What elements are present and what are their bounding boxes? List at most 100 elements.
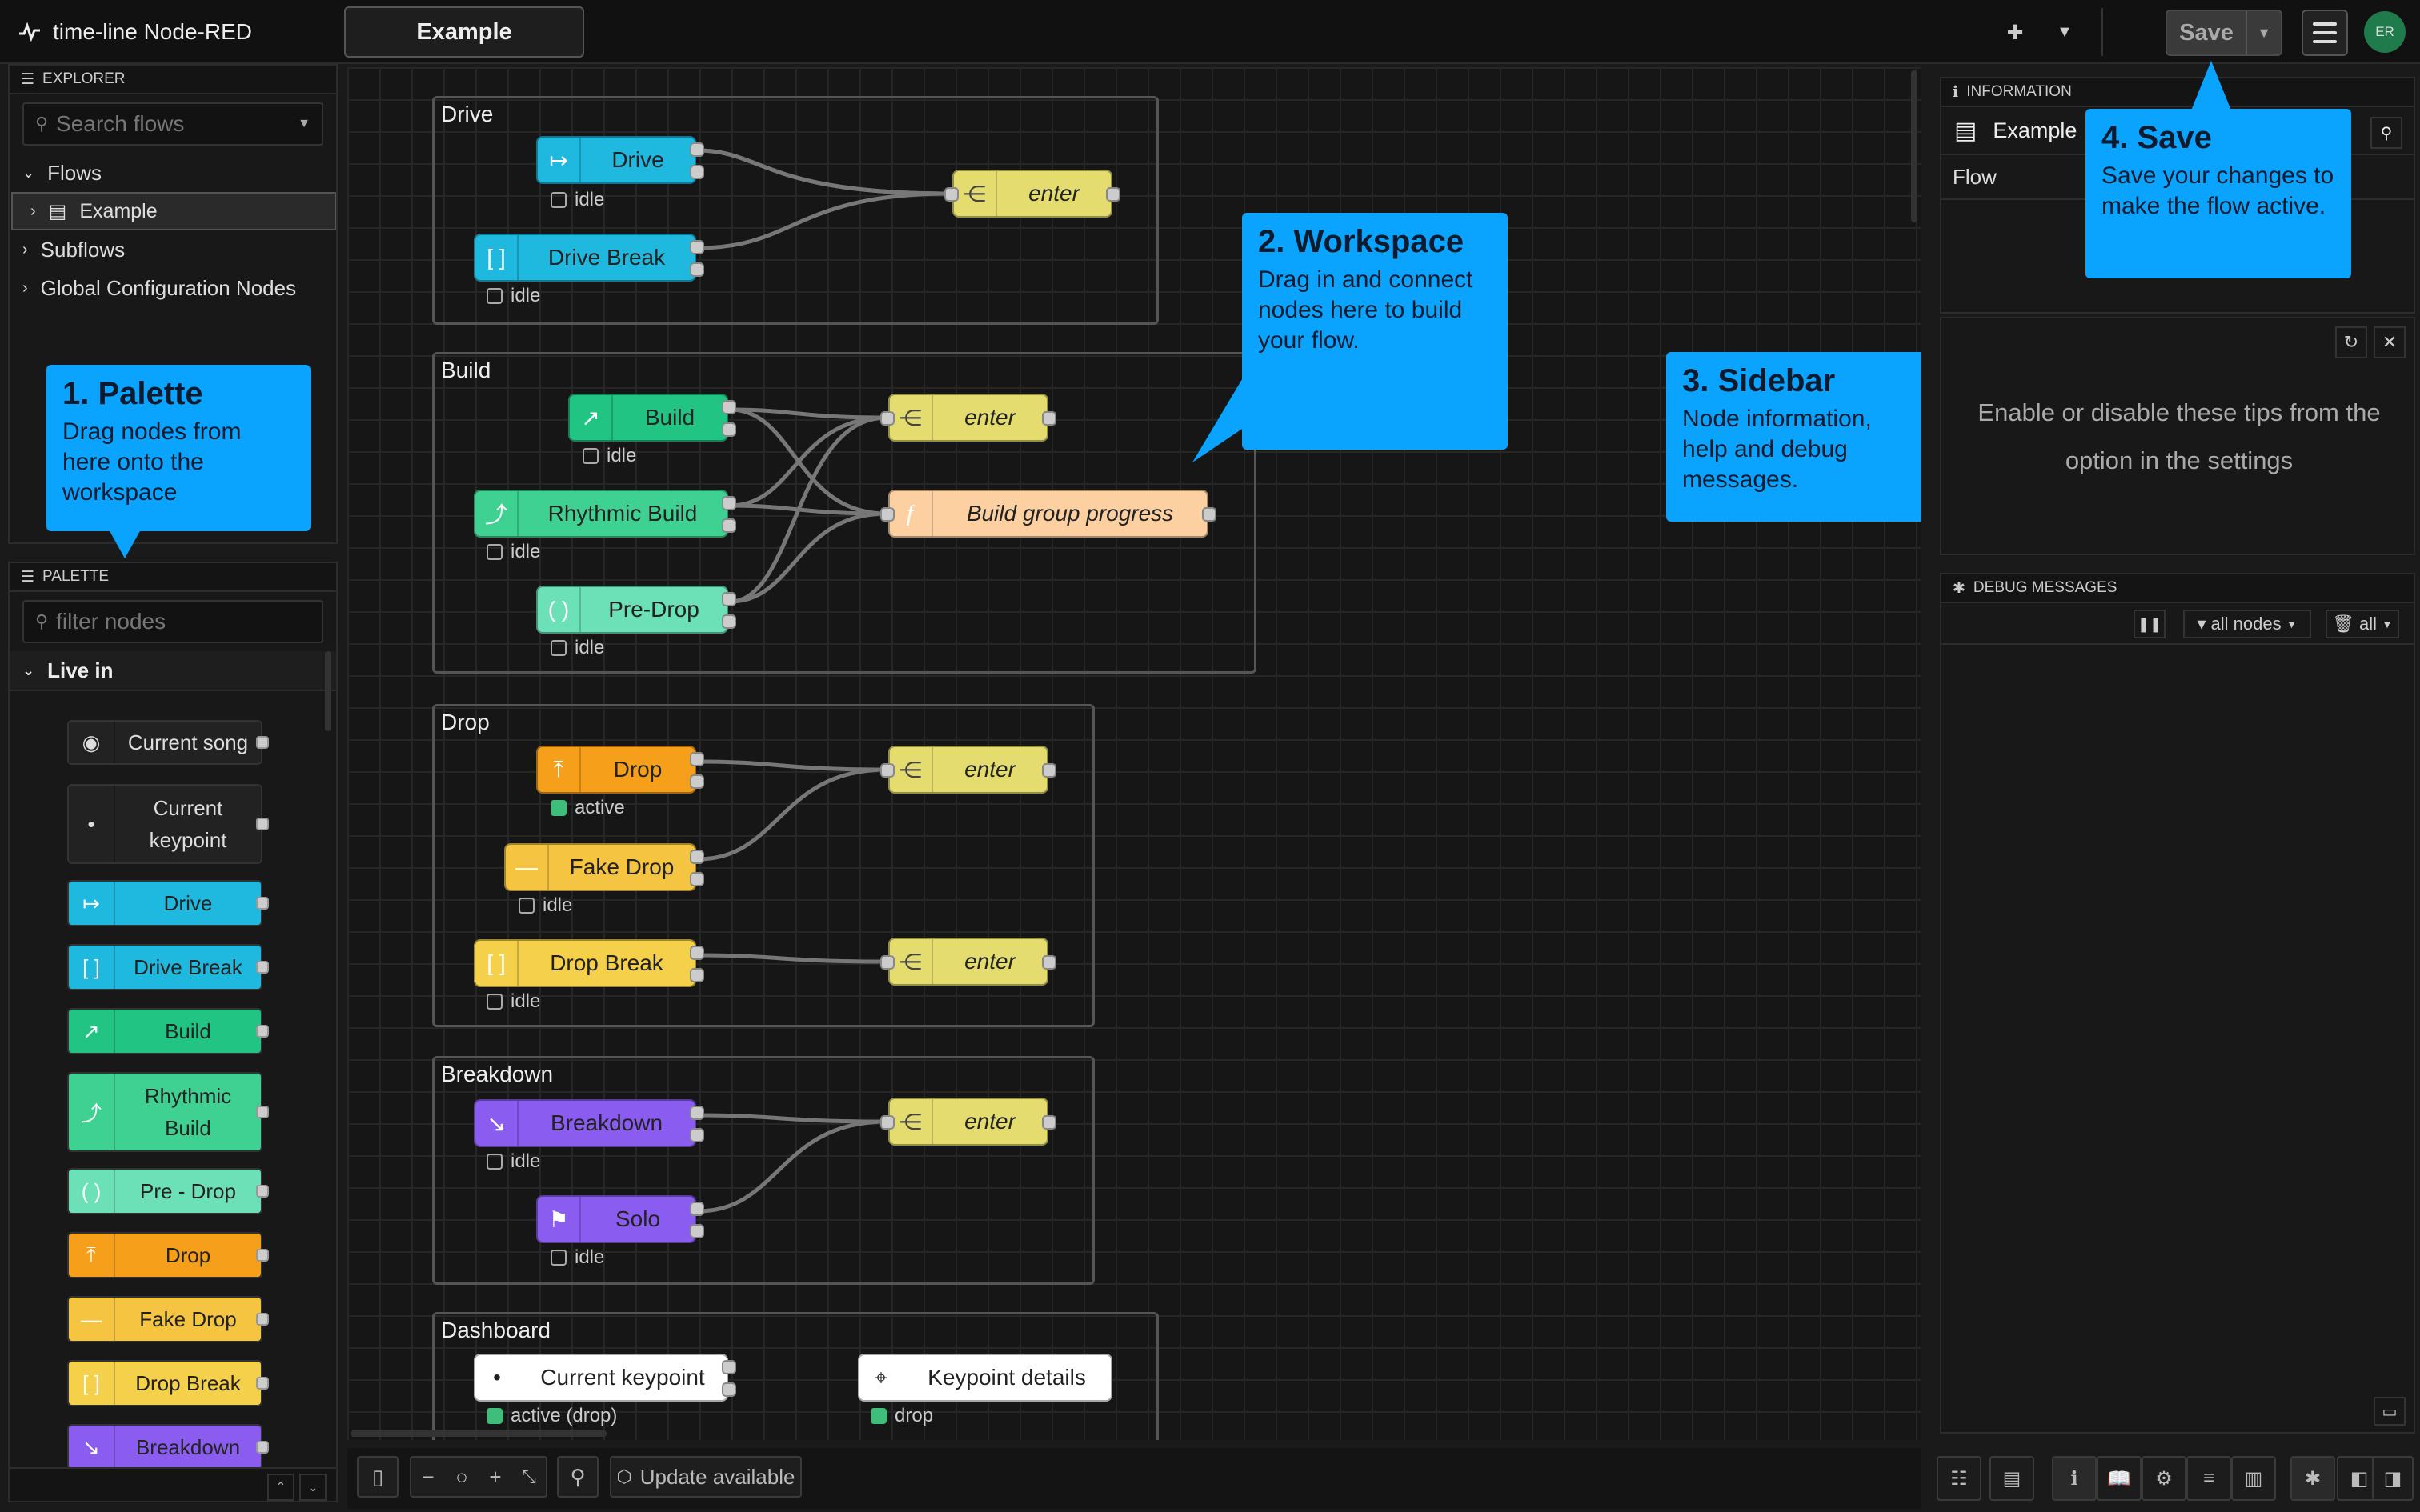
- palette-node-build[interactable]: ↗ Build: [67, 1008, 269, 1054]
- output-port[interactable]: [722, 496, 736, 510]
- output-port[interactable]: [690, 1202, 704, 1216]
- sidebar-context-button[interactable]: ≡: [2186, 1456, 2231, 1501]
- output-port[interactable]: [690, 262, 704, 277]
- sidebar-config-button[interactable]: ⚙: [2142, 1456, 2186, 1501]
- input-port[interactable]: [880, 1115, 895, 1130]
- palette-node-current-keypoint[interactable]: • Current keypoint: [67, 784, 269, 864]
- palette-node-current-song[interactable]: ◉ Current song: [67, 720, 269, 765]
- output-port[interactable]: [690, 1106, 704, 1120]
- output-port[interactable]: [690, 850, 704, 864]
- output-port[interactable]: [1042, 763, 1056, 778]
- output-port[interactable]: [722, 614, 736, 629]
- input-port[interactable]: [880, 955, 895, 970]
- palette-node-rhythmic-build[interactable]: ⤴ Rhythmic Build: [67, 1072, 269, 1152]
- output-port[interactable]: [722, 1382, 736, 1397]
- zoom-out-icon[interactable]: −: [411, 1465, 445, 1490]
- palette-scrollbar[interactable]: [325, 651, 331, 731]
- palette-node-fake-drop[interactable]: — Fake Drop: [67, 1296, 269, 1342]
- output-port[interactable]: [722, 592, 736, 606]
- pause-icon[interactable]: ❚❚: [2134, 610, 2166, 638]
- sidebar-explorer-button[interactable]: ☷: [1937, 1456, 1981, 1501]
- node-build-group-progress[interactable]: ƒ Build group progress: [880, 490, 1216, 538]
- node-enter-drive[interactable]: ⋲ enter: [944, 170, 1120, 218]
- workspace-hscrollbar[interactable]: [351, 1430, 607, 1437]
- filter-nodes-input[interactable]: ⚲ filter nodes: [22, 600, 323, 643]
- search-icon[interactable]: ⚲: [2370, 117, 2402, 149]
- node-drop[interactable]: ⤒ Drop: [536, 746, 704, 794]
- input-port[interactable]: [880, 507, 895, 522]
- palette-node-pre-drop[interactable]: ( ) Pre - Drop: [67, 1168, 269, 1214]
- search-flows-input[interactable]: ⚲ Search flows ▼: [22, 102, 323, 146]
- node-keypoint-details[interactable]: ⌖ Keypoint details: [858, 1354, 1112, 1402]
- tree-flow-example[interactable]: › ▤ Example: [11, 192, 336, 230]
- collapse-all-icon[interactable]: ⌃: [267, 1474, 294, 1501]
- node-enter-breakdown[interactable]: ⋲ enter: [880, 1098, 1056, 1146]
- output-port[interactable]: [722, 518, 736, 533]
- flow-tab-example[interactable]: Example: [344, 6, 584, 58]
- input-port[interactable]: [944, 187, 959, 202]
- output-port[interactable]: [1042, 411, 1056, 426]
- node-drive[interactable]: ↦ Drive: [536, 136, 704, 184]
- toggle-right-sidebar-button[interactable]: ◨: [2372, 1456, 2414, 1501]
- node-enter-drop[interactable]: ⋲ enter: [880, 746, 1056, 794]
- input-port[interactable]: [880, 411, 895, 426]
- node-breakdown[interactable]: ↘ Breakdown: [474, 1099, 704, 1147]
- main-menu-button[interactable]: [2302, 10, 2348, 56]
- output-port[interactable]: [690, 165, 704, 179]
- sidebar-info-button[interactable]: ℹ: [2052, 1456, 2097, 1501]
- node-drop-break[interactable]: [ ] Drop Break: [474, 939, 704, 987]
- monitor-icon[interactable]: ▭: [2374, 1397, 2406, 1426]
- map-button[interactable]: ▯: [357, 1456, 399, 1498]
- tree-flows[interactable]: ⌄ Flows: [10, 154, 336, 192]
- output-port[interactable]: [1202, 507, 1216, 522]
- user-avatar[interactable]: ER: [2364, 11, 2406, 53]
- output-port[interactable]: [722, 400, 736, 414]
- flow-list-button[interactable]: ▼: [2049, 10, 2081, 54]
- sidebar-dashboard-button[interactable]: ▥: [2231, 1456, 2276, 1501]
- add-flow-button[interactable]: +: [1996, 10, 2034, 54]
- debug-scope-select[interactable]: 🗑 all ▼: [2326, 610, 2399, 638]
- debug-filter-select[interactable]: ▾ all nodes ▼: [2183, 610, 2311, 638]
- search-caret-icon[interactable]: ▼: [298, 117, 311, 131]
- node-drive-break[interactable]: [ ] Drive Break: [474, 234, 704, 282]
- node-enter-drop-break[interactable]: ⋲ enter: [880, 938, 1056, 986]
- sidebar-palette-button[interactable]: ▤: [1989, 1456, 2034, 1501]
- output-port[interactable]: [690, 142, 704, 157]
- expand-all-icon[interactable]: ⌄: [299, 1474, 327, 1501]
- node-solo[interactable]: ⚑ Solo: [536, 1195, 704, 1243]
- refresh-icon[interactable]: ↻: [2335, 326, 2367, 358]
- tree-global-config[interactable]: › Global Configuration Nodes: [10, 269, 336, 307]
- search-button[interactable]: ⚲: [557, 1456, 599, 1498]
- node-rhythmic-build[interactable]: ⤴ Rhythmic Build: [474, 490, 736, 538]
- output-port[interactable]: [1106, 187, 1120, 202]
- output-port[interactable]: [690, 774, 704, 789]
- deploy-button[interactable]: Save ▼: [2166, 10, 2282, 56]
- output-port[interactable]: [690, 1224, 704, 1238]
- palette-node-drop[interactable]: ⤒ Drop: [67, 1232, 269, 1278]
- output-port[interactable]: [722, 422, 736, 437]
- deploy-caret-icon[interactable]: ▼: [2247, 11, 2281, 54]
- palette-node-drive-break[interactable]: [ ] Drive Break: [67, 944, 269, 990]
- palette-category-live-in[interactable]: ⌄ Live in: [10, 651, 336, 691]
- input-port[interactable]: [880, 763, 895, 778]
- node-fake-drop[interactable]: — Fake Drop: [504, 843, 704, 891]
- close-icon[interactable]: ✕: [2374, 326, 2406, 358]
- node-pre-drop[interactable]: ( ) Pre-Drop: [536, 586, 736, 634]
- zoom-in-icon[interactable]: +: [479, 1465, 512, 1490]
- node-current-keypoint[interactable]: • Current keypoint: [474, 1354, 736, 1402]
- zoom-fit-icon[interactable]: ⤡: [512, 1466, 546, 1487]
- node-build[interactable]: ↗ Build: [568, 394, 736, 442]
- workspace[interactable]: Drive Build Drop Breakdown Dashboard ↦ Dr…: [347, 67, 1921, 1440]
- output-port[interactable]: [690, 946, 704, 960]
- tree-subflows[interactable]: › Subflows: [10, 230, 336, 269]
- output-port[interactable]: [722, 1360, 736, 1374]
- output-port[interactable]: [690, 752, 704, 766]
- output-port[interactable]: [690, 1128, 704, 1142]
- palette-node-drop-break[interactable]: [ ] Drop Break: [67, 1360, 269, 1406]
- node-enter-build[interactable]: ⋲ enter: [880, 394, 1056, 442]
- output-port[interactable]: [690, 968, 704, 982]
- output-port[interactable]: [1042, 955, 1056, 970]
- output-port[interactable]: [1042, 1115, 1056, 1130]
- zoom-reset-icon[interactable]: ○: [445, 1465, 479, 1490]
- output-port[interactable]: [690, 240, 704, 254]
